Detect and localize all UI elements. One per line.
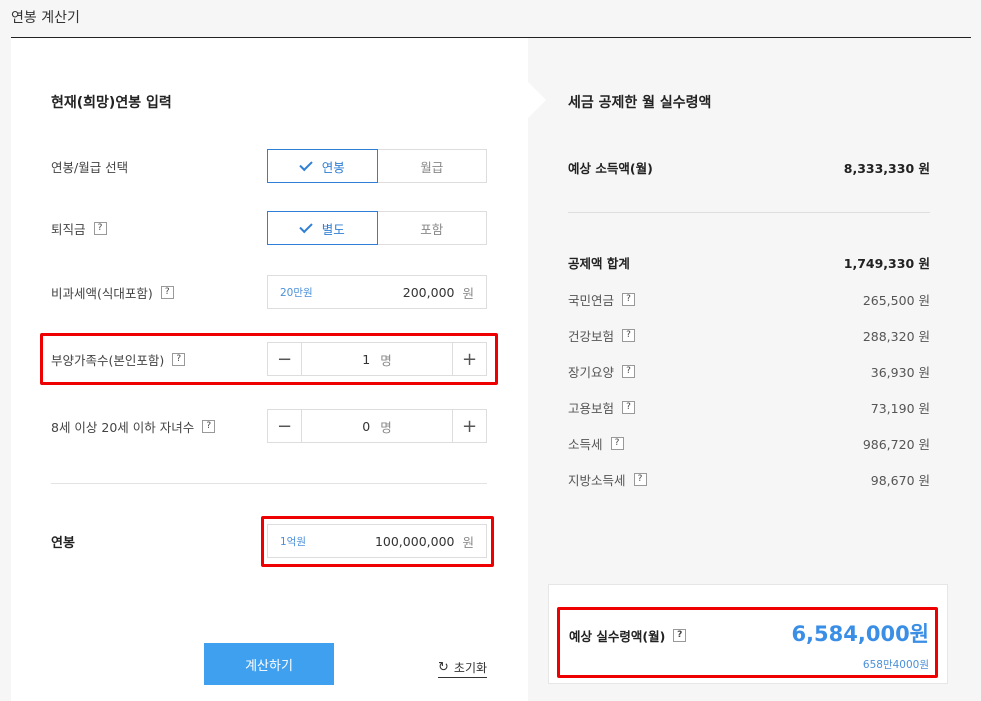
option-annual-salary-label: 연봉 <box>321 159 345 175</box>
nontax-value: 200,000 <box>402 284 455 300</box>
deduction-total-label: 공제액 합계 <box>568 256 630 271</box>
reset-label: 초기화 <box>453 661 488 675</box>
income-label: 예상 소득액(월) <box>568 161 653 176</box>
annual-salary-label: 연봉 <box>51 536 75 551</box>
nontax-unit: 원 <box>462 285 474 301</box>
option-severance-separate[interactable]: 별도 <box>267 211 378 245</box>
deduction-label-text: 국민연금 <box>568 293 615 308</box>
help-icon[interactable]: ? <box>93 222 107 235</box>
net-pay-highlight <box>557 607 938 678</box>
deduction-total-row: 공제액 합계 1,749,330 원 <box>568 253 930 272</box>
income-value: 8,333,330 원 <box>843 161 930 176</box>
page-title: 연봉 계산기 <box>11 10 80 26</box>
deduction-label-text: 소득세 <box>568 437 603 452</box>
severance-toggle: 별도 포함 <box>267 211 487 245</box>
salary-type-toggle: 연봉 월급 <box>267 149 487 183</box>
children-label-text: 8세 이상 20세 이하 자녀수 <box>51 420 195 435</box>
annual-salary-highlight <box>261 516 494 567</box>
check-icon <box>299 157 313 171</box>
income-row: 예상 소득액(월) 8,333,330 원 <box>568 158 930 177</box>
input-divider <box>51 483 487 484</box>
deduction-row: 국민연금? 265,500 원 <box>568 290 930 309</box>
severance-label: 퇴직금 ? <box>51 219 107 238</box>
help-icon[interactable]: ? <box>610 437 624 450</box>
salary-type-label: 연봉/월급 선택 <box>51 157 128 176</box>
deduction-label: 장기요양? <box>568 362 636 381</box>
help-icon[interactable]: ? <box>622 293 636 306</box>
deduction-row: 건강보험? 288,320 원 <box>568 326 930 345</box>
option-annual-salary[interactable]: 연봉 <box>267 149 378 183</box>
deduction-value: 288,320 원 <box>862 329 930 344</box>
refresh-icon: ↻ <box>438 660 449 675</box>
help-icon[interactable]: ? <box>160 286 174 299</box>
salary-type-label-text: 연봉/월급 선택 <box>51 160 129 175</box>
children-decrement-button[interactable]: − <box>268 410 302 442</box>
dependents-highlight <box>40 333 498 385</box>
help-icon[interactable]: ? <box>622 329 636 342</box>
result-section-title: 세금 공제한 월 실수령액 <box>568 95 712 111</box>
option-monthly-salary[interactable]: 월급 <box>377 149 487 183</box>
calculate-button[interactable]: 계산하기 <box>204 643 334 685</box>
deduction-label: 건강보험? <box>568 326 636 345</box>
panel-pointer <box>528 82 546 118</box>
option-severance-included[interactable]: 포함 <box>377 211 487 245</box>
nontax-label-text: 비과세액(식대포함) <box>51 286 153 301</box>
deduction-label: 소득세? <box>568 434 624 453</box>
deduction-total-value: 1,749,330 원 <box>843 256 930 271</box>
deduction-label-text: 장기요양 <box>568 365 615 380</box>
top-bar <box>0 0 981 36</box>
children-label: 8세 이상 20세 이하 자녀수 ? <box>51 417 216 436</box>
children-value: 0 <box>362 418 371 434</box>
input-section-title: 현재(희망)연봉 입력 <box>51 95 172 111</box>
deduction-value: 986,720 원 <box>862 437 930 452</box>
deduction-label-text: 고용보험 <box>568 401 615 416</box>
deduction-label-text: 건강보험 <box>568 329 615 344</box>
nontax-hint: 20만원 <box>280 286 313 299</box>
deduction-row: 장기요양? 36,930 원 <box>568 362 930 381</box>
deduction-value: 98,670 원 <box>870 473 930 488</box>
result-divider <box>568 212 930 213</box>
option-severance-separate-label: 별도 <box>321 221 345 237</box>
help-icon[interactable]: ? <box>622 401 636 414</box>
deduction-value: 36,930 원 <box>870 365 930 380</box>
deduction-label-text: 지방소득세 <box>568 473 626 488</box>
deduction-row: 지방소득세? 98,670 원 <box>568 470 930 489</box>
deduction-label: 국민연금? <box>568 290 636 309</box>
deduction-label: 지방소득세? <box>568 470 647 489</box>
nontax-label: 비과세액(식대포함) ? <box>51 283 174 302</box>
help-icon[interactable]: ? <box>622 365 636 378</box>
option-monthly-salary-label: 월급 <box>420 159 444 175</box>
children-unit: 명 <box>380 419 392 435</box>
nontax-input[interactable]: 20만원 200,000 원 <box>267 275 487 309</box>
children-increment-button[interactable]: + <box>452 410 486 442</box>
option-severance-included-label: 포함 <box>420 221 444 237</box>
severance-label-text: 퇴직금 <box>51 222 86 237</box>
deduction-label: 고용보험? <box>568 398 636 417</box>
help-icon[interactable]: ? <box>202 420 216 433</box>
children-stepper: − 0 명 + <box>267 409 487 443</box>
check-icon <box>299 219 313 233</box>
help-icon[interactable]: ? <box>633 473 647 486</box>
reset-button[interactable]: ↻ 초기화 <box>438 659 488 678</box>
children-value-field[interactable]: 0 명 <box>302 410 452 442</box>
deduction-row: 소득세? 986,720 원 <box>568 434 930 453</box>
deduction-value: 73,190 원 <box>870 401 930 416</box>
deduction-row: 고용보험? 73,190 원 <box>568 398 930 417</box>
deduction-value: 265,500 원 <box>862 293 930 308</box>
